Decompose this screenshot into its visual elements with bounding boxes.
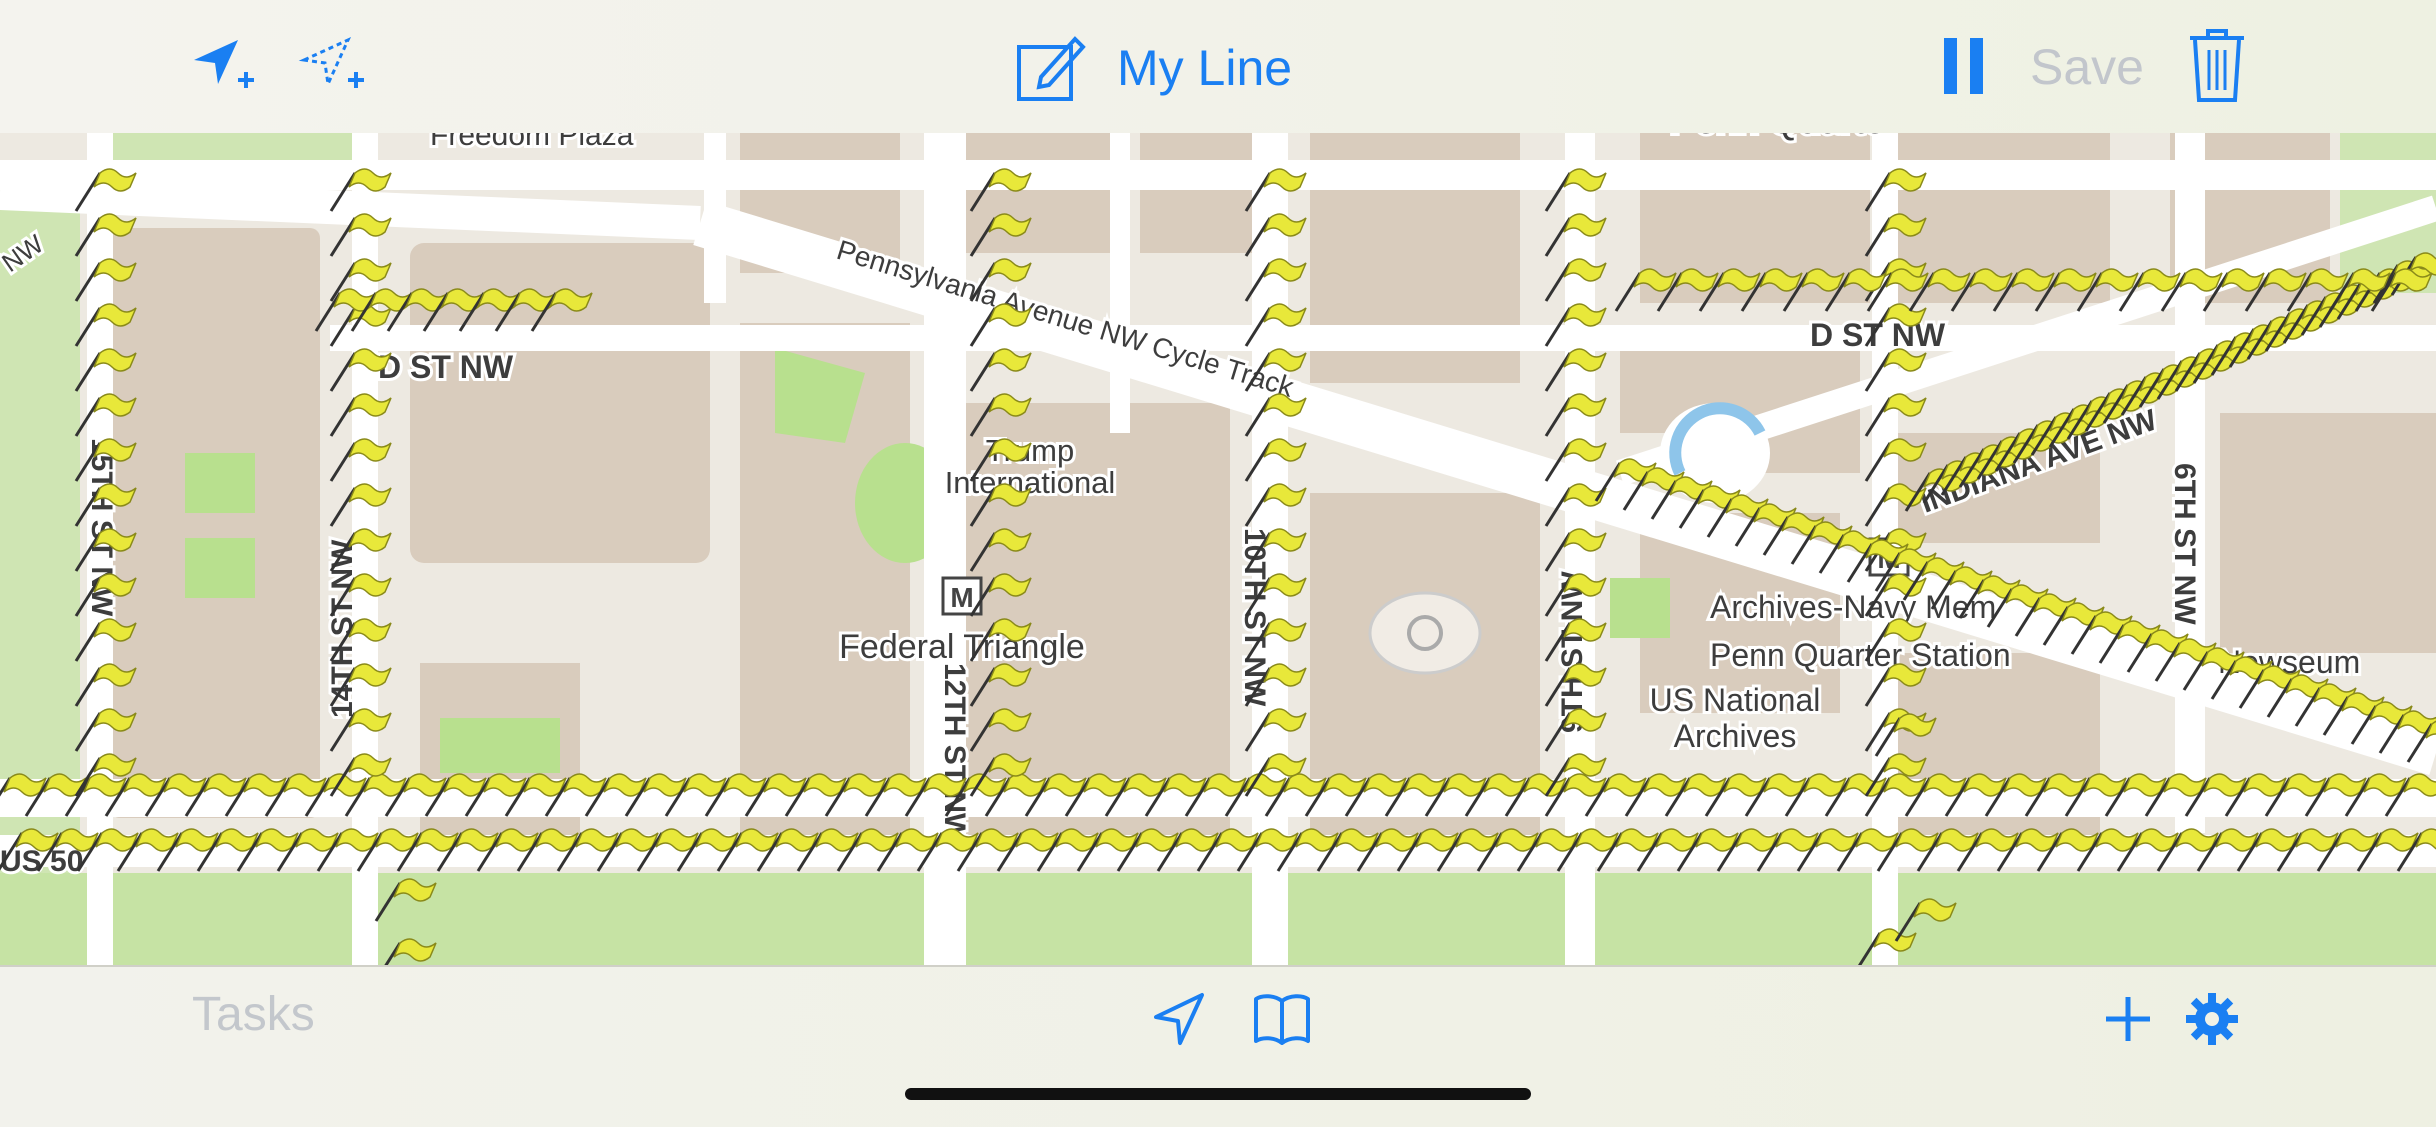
label-penn-quarter-station: Penn Quarter Station [1710,637,2011,673]
map-canvas[interactable]: Freedom Plaza Penn Quarter D ST NW D ST … [0,133,2436,965]
pause-button[interactable] [1938,34,1994,98]
label-penn-quarter: Penn Quarter [1670,133,1898,142]
label-international: International [945,465,1116,500]
plaza [1368,591,1482,675]
label-federal-triangle: Federal Triangle [839,628,1085,666]
label-d-st-right: D ST NW [1810,317,1946,353]
pause-icon [1944,38,1983,94]
bottom-toolbar: Tasks [0,965,2436,1127]
trash-button[interactable] [2186,26,2248,104]
tasks-button[interactable]: Tasks [192,987,315,1042]
plus-icon [2106,997,2150,1041]
top-toolbar: My Line Save [0,0,2436,135]
add-button[interactable] [2098,989,2158,1049]
settings-button[interactable] [2182,989,2242,1049]
label-freedom-plaza: Freedom Plaza [430,133,634,152]
label-us-national: US National [1650,682,1821,718]
location-arrow-icon [1154,993,1204,1045]
label-archives-navy: Archives-Navy Mem [1710,589,1996,625]
add-route-button[interactable] [298,34,368,98]
title-area[interactable]: My Line [1015,28,1292,108]
gear-icon [2186,993,2238,1045]
home-indicator [905,1088,1531,1100]
label-archives: Archives [1674,718,1797,754]
label-12th-st: 12TH ST NW [938,663,971,842]
svg-text:M: M [950,582,973,613]
locate-button[interactable] [1150,989,1210,1049]
page-title: My Line [1117,40,1293,96]
add-location-button[interactable] [188,34,258,98]
bookmarks-button[interactable] [1252,989,1312,1049]
map-view[interactable]: Freedom Plaza Penn Quarter D ST NW D ST … [0,133,2436,965]
compose-icon [1017,36,1086,101]
dashed-location-arrow-plus-icon [298,36,364,90]
label-d-st-left: D ST NW [378,349,514,385]
trash-icon [2190,29,2244,102]
book-icon [1254,994,1310,1045]
save-button[interactable]: Save [2030,38,2144,96]
location-arrow-plus-icon [194,40,254,88]
label-6th-st: 6TH ST NW [2168,463,2201,625]
